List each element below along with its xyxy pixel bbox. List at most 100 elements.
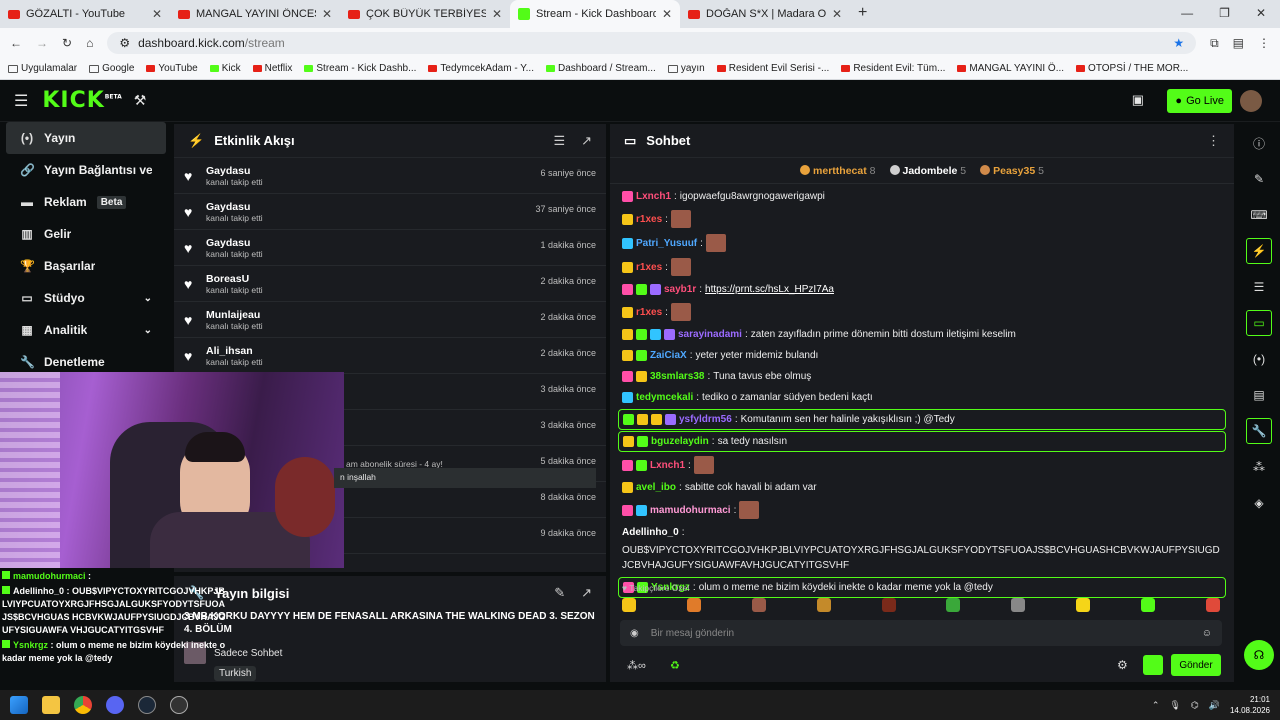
avatar[interactable]: [1240, 90, 1262, 112]
chat-username[interactable]: avel_ibo: [636, 480, 676, 495]
close-window-button[interactable]: ✕: [1256, 6, 1266, 20]
bookmark-item[interactable]: Stream - Kick Dashb...: [304, 63, 416, 74]
bolt-icon[interactable]: ⚡: [1246, 238, 1272, 264]
event-username[interactable]: Gaydasu: [206, 201, 250, 213]
chat-username[interactable]: mamudohurmaci: [650, 503, 731, 518]
emote-icon[interactable]: [622, 598, 636, 612]
bookmark-item[interactable]: TedymcekAdam - Y...: [428, 63, 534, 74]
chat-username[interactable]: tedymcekali: [636, 390, 693, 405]
chat-username[interactable]: r1xes: [636, 212, 662, 227]
chat-username[interactable]: ysfyldrm56: [679, 412, 732, 427]
sidebar-item-studio[interactable]: ▭ Stüdyo ⌄: [6, 282, 166, 314]
top-gifter[interactable]: mertthecat 8: [800, 164, 876, 177]
minimize-button[interactable]: —: [1181, 6, 1193, 20]
top-gifter[interactable]: Jadombele 5: [889, 164, 966, 177]
filter-icon[interactable]: ☰: [553, 133, 565, 149]
home-icon[interactable]: ⌂: [86, 36, 93, 50]
event-username[interactable]: Munlaijeau: [206, 309, 260, 321]
bookmark-item[interactable]: Dashboard / Stream...: [545, 63, 656, 74]
discord-icon[interactable]: [106, 696, 124, 714]
emoji-icon[interactable]: ☺: [1202, 628, 1212, 639]
bookmark-item[interactable]: yayın: [667, 63, 705, 74]
emote-icon[interactable]: [1141, 598, 1155, 612]
menu-icon[interactable]: ⋮: [1258, 36, 1270, 50]
browser-tab[interactable]: Stream - Kick Dashboard ✕: [510, 0, 680, 28]
bookmark-item[interactable]: Google: [89, 63, 134, 74]
bookmark-item[interactable]: Kick: [209, 63, 241, 74]
mic-icon[interactable]: 🎙: [1169, 700, 1180, 711]
browser-tab[interactable]: ÇOK BÜYÜK TERBİYESİZLİK BEN ✕: [340, 0, 510, 28]
emote-icon[interactable]: [686, 598, 701, 612]
send-button[interactable]: Gönder: [1171, 654, 1221, 676]
event-username[interactable]: BoreasU: [206, 273, 249, 285]
volume-icon[interactable]: 🔊: [1209, 700, 1220, 711]
new-tab-button[interactable]: +: [858, 4, 867, 22]
popout-icon[interactable]: ↗: [581, 133, 592, 149]
list-icon[interactable]: ☰: [1246, 274, 1272, 300]
recycle-icon[interactable]: ♻: [670, 659, 680, 672]
plugin-icon[interactable]: ◈: [1246, 490, 1272, 516]
event-username[interactable]: Ali_ihsan: [206, 345, 253, 357]
kick-emote-button[interactable]: [1143, 655, 1163, 675]
close-tab-icon[interactable]: ✕: [322, 7, 332, 21]
emote-icon[interactable]: [816, 598, 831, 612]
chrome-icon[interactable]: [74, 696, 92, 714]
emote-icon[interactable]: [751, 598, 766, 612]
close-tab-icon[interactable]: ✕: [492, 7, 502, 21]
sidebar-item-analytics[interactable]: ▦ Analitik ⌄: [6, 314, 166, 346]
browser-tab[interactable]: MANGAL YAYINI ÖNCESİ MEKİ ✕: [170, 0, 340, 28]
sidebar-item-ad[interactable]: ▬ Reklam Beta: [6, 186, 166, 218]
headset-icon[interactable]: ☊: [1244, 640, 1274, 670]
keyboard-icon[interactable]: ⌨: [1246, 202, 1272, 228]
profile-icon[interactable]: ▤: [1233, 36, 1244, 50]
chat-username[interactable]: ZaiCiaX: [650, 348, 687, 363]
sidebar-item-trophy[interactable]: 🏆 Başarılar: [6, 250, 166, 282]
chat-link[interactable]: https://prnt.sc/hsLx_HPzI7Aa: [705, 282, 834, 297]
emote-icon[interactable]: [1205, 598, 1220, 612]
emote-icon[interactable]: [1076, 598, 1091, 612]
tv-icon[interactable]: ▣: [1132, 92, 1144, 108]
chevron-down-icon[interactable]: ⌄: [144, 293, 152, 304]
file-explorer-icon[interactable]: [42, 696, 60, 714]
chat-input[interactable]: ◉ Bir mesaj gönderin ☺: [620, 620, 1222, 646]
go-live-button[interactable]: ● Go Live: [1167, 89, 1232, 113]
sidebar-item-signal[interactable]: (•) Yayın: [6, 122, 166, 154]
chat-username[interactable]: sayb1r: [664, 282, 696, 297]
signal-icon[interactable]: (•): [1246, 346, 1272, 372]
extensions-icon[interactable]: ⧉: [1210, 36, 1219, 51]
menu-hamburger-icon[interactable]: ☰: [14, 91, 28, 111]
emote-icon[interactable]: [1011, 598, 1026, 612]
users-icon[interactable]: ⁂∞: [627, 659, 646, 672]
site-info-icon[interactable]: ⚙: [119, 36, 130, 50]
kick-logo[interactable]: KICKBETA: [42, 88, 121, 113]
bookmark-item[interactable]: Uygulamalar: [8, 63, 77, 74]
chat-username[interactable]: sarayinadami: [678, 327, 742, 342]
stack-icon[interactable]: ▤: [1246, 382, 1272, 408]
network-icon[interactable]: ⌬: [1191, 700, 1199, 711]
obs-icon[interactable]: [170, 696, 188, 714]
steam-icon[interactable]: [138, 696, 156, 714]
sidebar-item-link[interactable]: 🔗 Yayın Bağlantısı ve Anahtarı: [6, 154, 166, 186]
chat-username[interactable]: 38smlars38: [650, 369, 705, 384]
close-tab-icon[interactable]: ✕: [832, 7, 842, 21]
popout-icon[interactable]: ↗: [581, 585, 592, 601]
chevron-down-icon[interactable]: ⌄: [144, 325, 152, 336]
top-gifter[interactable]: Peasy35 5: [980, 164, 1044, 177]
chat-icon[interactable]: ▭: [1246, 310, 1272, 336]
maximize-button[interactable]: ❐: [1219, 6, 1230, 20]
tray-chevron-icon[interactable]: ⌃: [1152, 700, 1160, 711]
browser-tab[interactable]: GÖZALTI - YouTube ✕: [0, 0, 170, 28]
chat-username[interactable]: r1xes: [636, 305, 662, 320]
chat-menu-icon[interactable]: ⋮: [1207, 133, 1220, 149]
event-username[interactable]: Gaydasu: [206, 165, 250, 177]
group-icon[interactable]: ⁂: [1246, 454, 1272, 480]
bookmark-item[interactable]: YouTube: [146, 63, 198, 74]
chat-username[interactable]: Adellinho_0: [622, 525, 679, 540]
emote-icon[interactable]: [881, 598, 896, 612]
emote-icon[interactable]: [946, 598, 961, 612]
forward-icon[interactable]: →: [36, 36, 48, 50]
pencil-icon[interactable]: ✎: [1246, 166, 1272, 192]
chat-username[interactable]: Patri_Yusuuf: [636, 236, 697, 251]
wrench-icon[interactable]: 🔧: [1246, 418, 1272, 444]
info-icon[interactable]: ⓘ: [1246, 130, 1272, 156]
